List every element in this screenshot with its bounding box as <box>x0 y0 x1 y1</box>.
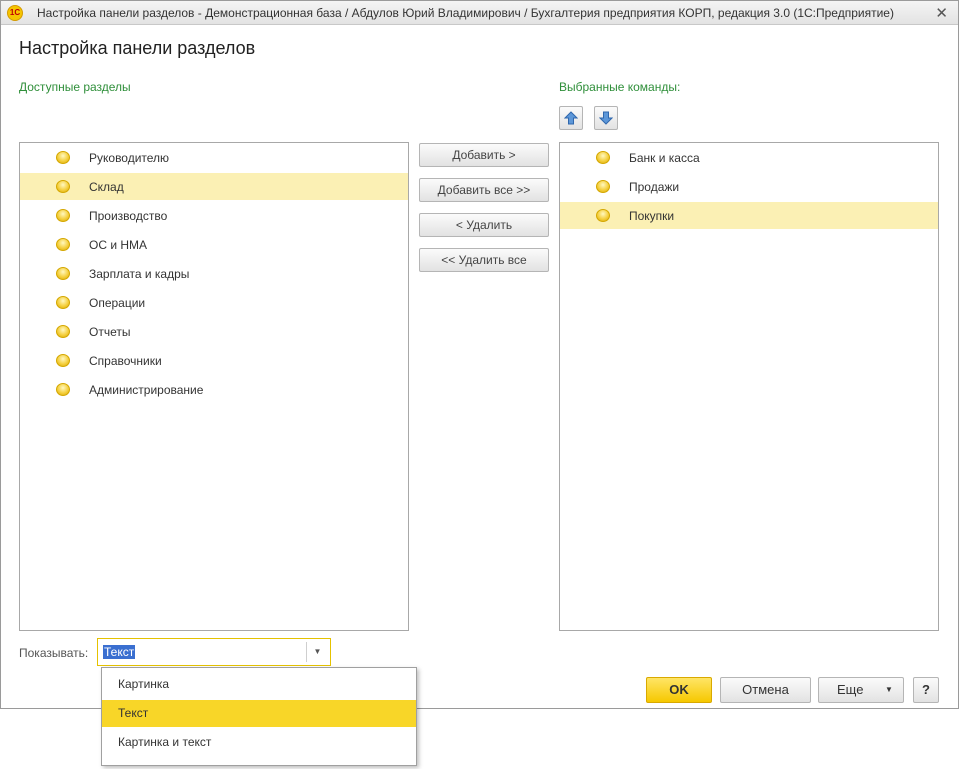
available-sections-label: Доступные разделы <box>19 80 131 94</box>
selected-commands-label: Выбранные команды: <box>559 80 681 94</box>
section-icon <box>56 151 70 164</box>
list-item[interactable]: Операции <box>20 289 408 316</box>
show-label: Показывать: <box>19 646 89 660</box>
app-logo-icon: 1С <box>7 5 23 21</box>
section-icon <box>56 325 70 338</box>
section-icon <box>56 354 70 367</box>
section-icon <box>56 267 70 280</box>
dropdown-option[interactable]: Картинка и текст <box>102 729 416 756</box>
list-item-label: Справочники <box>89 354 162 368</box>
move-down-button[interactable] <box>594 106 618 130</box>
add-button[interactable]: Добавить > <box>419 143 549 167</box>
section-icon <box>596 180 610 193</box>
title-bar: 1С Настройка панели разделов - Демонстра… <box>1 1 958 25</box>
list-item-label: Отчеты <box>89 325 131 339</box>
more-button-label: Еще <box>837 682 864 697</box>
list-item[interactable]: Склад <box>20 173 408 200</box>
section-icon <box>56 296 70 309</box>
list-item[interactable]: Зарплата и кадры <box>20 260 408 287</box>
cancel-button[interactable]: Отмена <box>720 677 811 703</box>
list-item[interactable]: Продажи <box>560 173 938 200</box>
section-icon <box>56 238 70 251</box>
dropdown-option[interactable]: Картинка <box>102 671 416 698</box>
list-item[interactable]: Отчеты <box>20 318 408 345</box>
remove-button[interactable]: < Удалить <box>419 213 549 237</box>
list-item-label: Руководителю <box>89 151 170 165</box>
chevron-down-icon[interactable]: ▼ <box>306 642 328 662</box>
list-item[interactable]: Руководителю <box>20 144 408 171</box>
list-item-label: Склад <box>89 180 124 194</box>
remove-all-button[interactable]: << Удалить все <box>419 248 549 272</box>
arrow-down-icon <box>599 111 613 125</box>
dialog-window: 1С Настройка панели разделов - Демонстра… <box>0 0 959 709</box>
list-item[interactable]: Администрирование <box>20 376 408 403</box>
list-item-label: Зарплата и кадры <box>89 267 190 281</box>
list-item-label: Операции <box>89 296 146 310</box>
section-icon <box>596 209 610 222</box>
list-item-label: Банк и касса <box>629 151 700 165</box>
arrow-up-icon <box>564 111 578 125</box>
selected-commands-list[interactable]: Банк и касса Продажи Покупки <box>559 142 939 631</box>
section-icon <box>56 383 70 396</box>
show-options-dropdown: Картинка Текст Картинка и текст <box>101 667 417 766</box>
section-icon <box>56 180 70 193</box>
list-item-label: Администрирование <box>89 383 204 397</box>
available-sections-list[interactable]: Руководителю Склад Производство ОС и НМА… <box>19 142 409 631</box>
list-item[interactable]: Покупки <box>560 202 938 229</box>
window-title: Настройка панели разделов - Демонстрацио… <box>37 6 894 20</box>
section-icon <box>596 151 610 164</box>
list-item[interactable]: ОС и НМА <box>20 231 408 258</box>
help-button[interactable]: ? <box>913 677 939 703</box>
add-all-button[interactable]: Добавить все >> <box>419 178 549 202</box>
dropdown-option[interactable]: Текст <box>102 700 416 727</box>
list-item-label: ОС и НМА <box>89 238 148 252</box>
list-item[interactable]: Справочники <box>20 347 408 374</box>
list-item-label: Продажи <box>629 180 680 194</box>
page-title: Настройка панели разделов <box>19 38 256 58</box>
close-button[interactable]: ✕ <box>935 4 948 22</box>
list-item[interactable]: Банк и касса <box>560 144 938 171</box>
more-button[interactable]: Еще ▼ <box>818 677 904 703</box>
section-icon <box>56 209 70 222</box>
list-item-label: Покупки <box>629 209 675 223</box>
chevron-down-icon: ▼ <box>885 685 893 694</box>
show-select-value[interactable]: Текст <box>103 645 136 659</box>
list-item[interactable]: Производство <box>20 202 408 229</box>
ok-button[interactable]: OK <box>646 677 712 703</box>
list-item-label: Производство <box>89 209 168 223</box>
show-select[interactable]: Текст ▼ <box>97 638 331 666</box>
move-up-button[interactable] <box>559 106 583 130</box>
